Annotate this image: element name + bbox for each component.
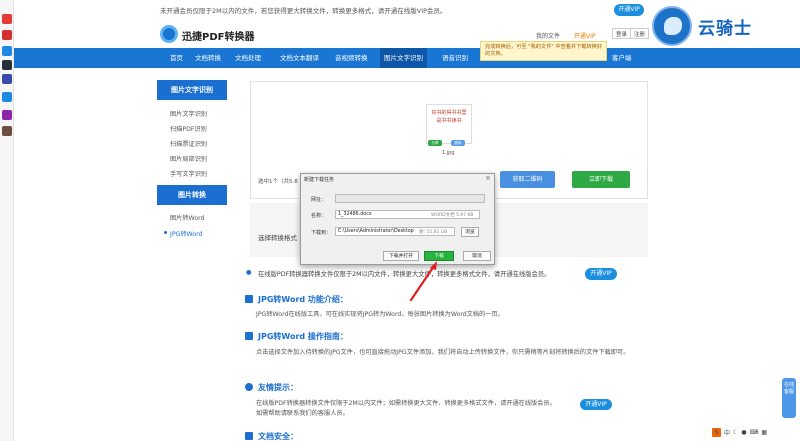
dialog-title: 新建下载任务 bbox=[304, 177, 335, 183]
logo-icon bbox=[160, 25, 178, 43]
thumb-line: 好书的得书书里 bbox=[431, 110, 467, 116]
name-value: 1_32486.docx bbox=[338, 212, 372, 217]
grid-icon[interactable]: ▦ bbox=[761, 429, 767, 436]
notice-text: 未开通会员仅限于2M以内的文件，若您获得更大转换文件，转换更多格式，请开通在线版… bbox=[160, 7, 447, 15]
file-thumbnail[interactable]: 好书的得书书里 是书书读书 bbox=[426, 104, 472, 144]
download-button[interactable]: 下载 bbox=[424, 251, 454, 261]
menu-head-ocr: 图片文字识别 bbox=[157, 80, 227, 100]
lang-indicator[interactable]: 中 bbox=[724, 428, 730, 437]
nav-client[interactable]: 客户端 bbox=[608, 48, 636, 68]
nav-doc-convert[interactable]: 文档转换 bbox=[191, 48, 225, 68]
intro-icon bbox=[245, 295, 253, 303]
menu-item-handwriting[interactable]: 手写文字识别 bbox=[170, 169, 207, 178]
system-tray: S 中 ☾ ● ⌨ ▦ bbox=[712, 426, 800, 438]
browse-button[interactable]: 浏览 bbox=[461, 227, 479, 237]
menu-head-image-convert: 图片转换 bbox=[157, 185, 227, 205]
format-label: 选择转换格式 bbox=[258, 234, 297, 242]
tips-vip-button[interactable]: 开通VIP bbox=[580, 399, 612, 410]
file-name: 1.jpg bbox=[442, 150, 455, 156]
menu-item-image-ocr[interactable]: 图片文字识别 bbox=[170, 109, 207, 118]
download-open-button[interactable]: 下载并打开 bbox=[383, 251, 419, 261]
menu-item-partial[interactable]: 图片局部识别 bbox=[170, 154, 207, 163]
app-icon[interactable] bbox=[2, 14, 12, 24]
my-files-link[interactable]: 我的文件 bbox=[536, 31, 560, 40]
tips-title: 友情提示： bbox=[258, 383, 298, 392]
thumb-line: 是书书读书 bbox=[436, 118, 462, 124]
main-nav: 首页 文档转换 文档处理 文档文本翻译 音视频转换 图片文字识别 语音识别 客户… bbox=[14, 48, 800, 68]
app-icon[interactable] bbox=[2, 30, 12, 40]
tips-help-text: 如需帮助请联系我们的客服人员。 bbox=[256, 410, 349, 417]
app-icon[interactable] bbox=[2, 46, 12, 56]
browser-sidebar bbox=[0, 0, 14, 441]
cancel-button[interactable]: 取消 bbox=[463, 251, 491, 261]
app-icon[interactable] bbox=[2, 126, 12, 136]
file-size-info: WORD文档 5.97 KB bbox=[431, 213, 474, 218]
app-icon[interactable] bbox=[2, 74, 12, 84]
login-button[interactable]: 登录 bbox=[612, 28, 632, 39]
tips-icon bbox=[245, 383, 253, 391]
keyboard-icon[interactable]: ⌨ bbox=[750, 429, 759, 436]
nav-translate[interactable]: 文档文本翻译 bbox=[276, 48, 323, 68]
info-vip-button[interactable]: 开通VIP bbox=[585, 268, 617, 280]
share-chip[interactable]: 分享 bbox=[428, 140, 442, 146]
menu-item-image-to-word[interactable]: 图片转Word bbox=[170, 213, 204, 222]
menu-item-jpg-to-word[interactable]: JPG转Word bbox=[163, 229, 202, 238]
info-bullet: ● bbox=[246, 269, 252, 276]
menu-item-scan-ticket[interactable]: 扫描票证识别 bbox=[170, 139, 207, 148]
free-space-info: 剩: 15.81 GB bbox=[419, 230, 448, 235]
customer-service-tab[interactable]: 在线客服 bbox=[782, 378, 796, 418]
nav-doc-process[interactable]: 文档处理 bbox=[231, 48, 265, 68]
watermark-knight-icon bbox=[652, 6, 692, 46]
intro-title: JPG转Word 功能介绍： bbox=[258, 295, 348, 304]
guide-title: JPG转Word 操作指南： bbox=[258, 332, 348, 341]
site-logo[interactable]: 迅捷PDF转换器 bbox=[182, 28, 254, 43]
tips-text: 在线版PDF转换器转换文件仅限于2M以内文件；如需转换更大文件、转换更多格式文件… bbox=[256, 400, 556, 407]
nav-image-ocr[interactable]: 图片文字识别 bbox=[380, 48, 427, 68]
intro-text: JPG转Word在线版工具，可在线实现将JPG转为Word，每张图片转换为Wor… bbox=[256, 311, 504, 318]
vip-link[interactable]: 开通VIP bbox=[574, 31, 596, 40]
download-dialog: 新建下载任务 × 网址： 名称： 1_32486.docx WORD文档 5.9… bbox=[300, 173, 495, 265]
moon-icon[interactable]: ☾ bbox=[733, 429, 738, 436]
watermark: 云骑士 bbox=[650, 2, 800, 46]
download-now-button[interactable]: 立即下载 bbox=[572, 171, 630, 188]
info-text: 在线版PDF转换器转换文件仅限于2M以内文件，转换更大文件，转换更多格式文件，请… bbox=[258, 271, 551, 278]
app-icon[interactable] bbox=[2, 110, 12, 120]
security-title: 文档安全： bbox=[258, 432, 298, 441]
nav-home[interactable]: 首页 bbox=[166, 48, 187, 68]
watermark-text: 云骑士 bbox=[698, 19, 752, 39]
menu-item-scan-pdf[interactable]: 扫描PDF识别 bbox=[170, 124, 207, 133]
close-icon[interactable]: × bbox=[485, 174, 491, 182]
ime-icon[interactable]: S bbox=[712, 427, 721, 437]
register-button[interactable]: 注册 bbox=[630, 28, 650, 39]
notice-vip-button[interactable]: 开通VIP bbox=[614, 4, 644, 16]
app-icon[interactable] bbox=[2, 92, 12, 102]
selected-info: 选中1个（共5.8 bbox=[258, 179, 298, 185]
name-label: 名称： bbox=[311, 213, 327, 219]
delete-chip[interactable]: 删除 bbox=[451, 140, 465, 146]
my-files-tooltip: 完成转换后，可至 "我的文件" 中查看并下载转换好的文档。 bbox=[480, 41, 607, 61]
url-field[interactable] bbox=[335, 194, 485, 203]
qr-code-button[interactable]: 获取二维码 bbox=[500, 171, 555, 188]
guide-icon bbox=[245, 332, 253, 340]
nav-av-convert[interactable]: 音视频转换 bbox=[331, 48, 372, 68]
mic-icon[interactable]: ● bbox=[741, 429, 746, 436]
app-icon[interactable] bbox=[2, 60, 12, 70]
url-label: 网址： bbox=[311, 197, 327, 203]
security-icon bbox=[245, 432, 253, 440]
nav-speech[interactable]: 语音识别 bbox=[438, 48, 472, 68]
guide-text: 点击选择文件加入待转换的JPG文件，也可直接拖动JPG文件添加，我们将自动上传转… bbox=[256, 349, 630, 356]
path-value: C:\Users\Administrator\Desktop bbox=[338, 229, 414, 234]
path-label: 下载到： bbox=[311, 230, 332, 236]
